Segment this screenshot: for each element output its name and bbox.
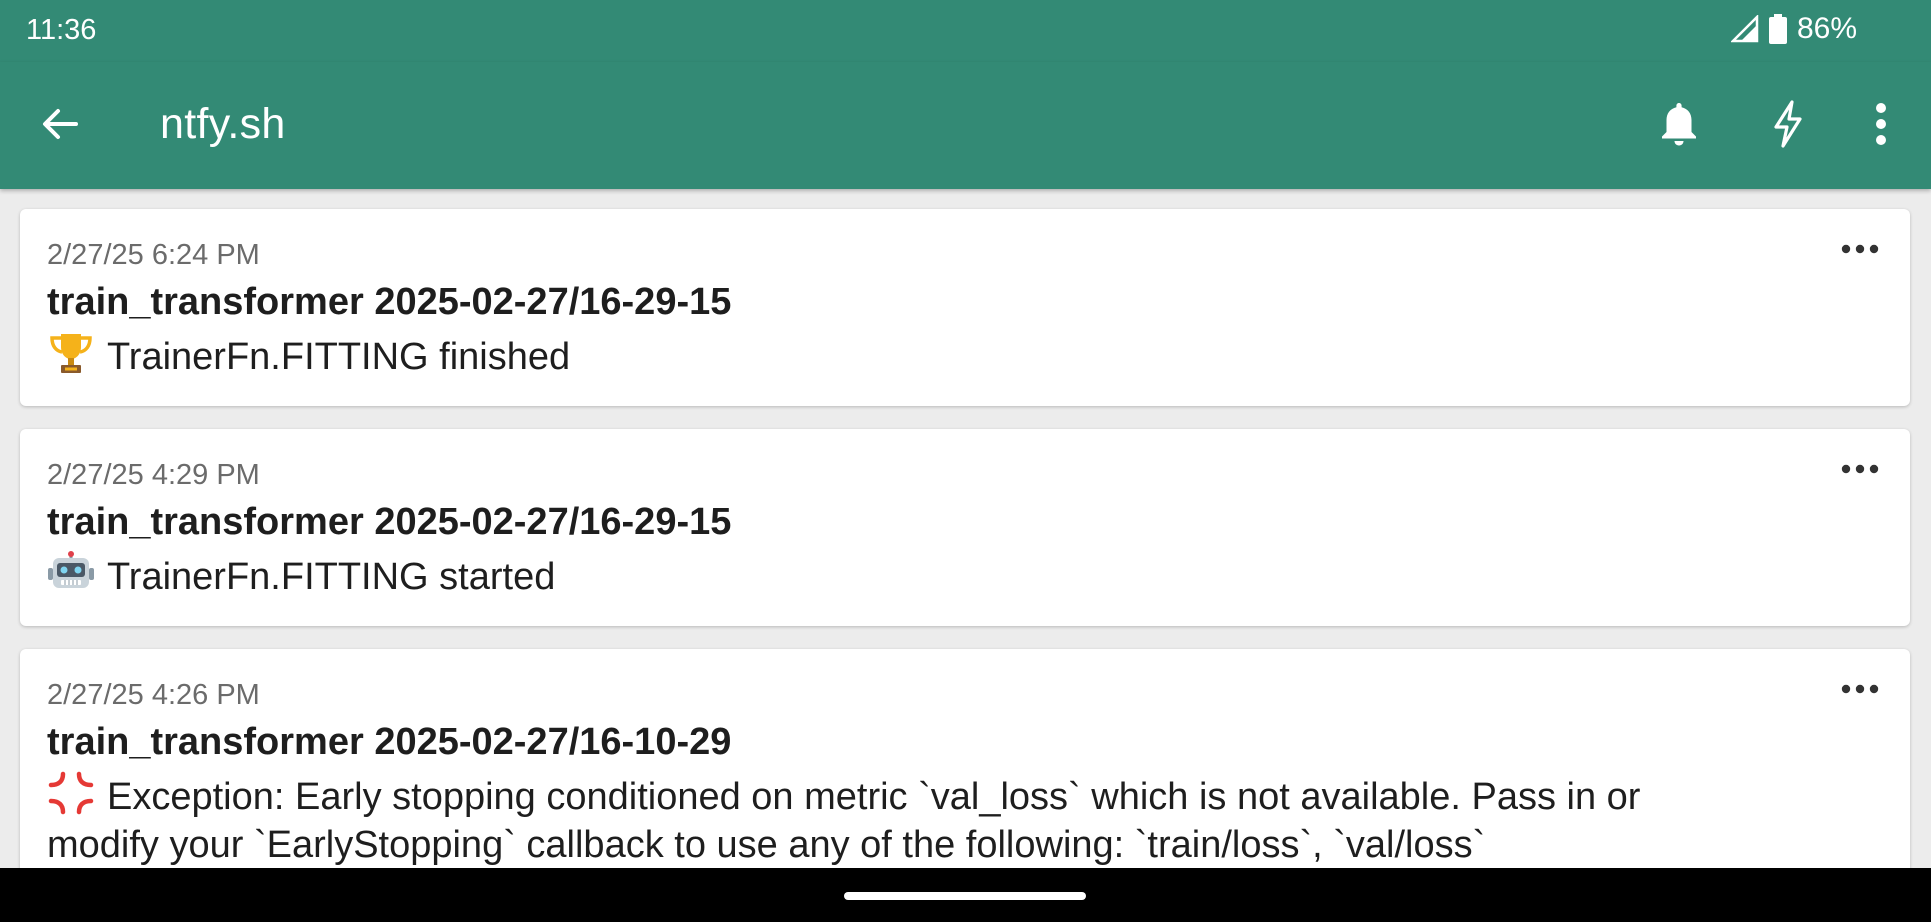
notification-message: Exception: Early stopping conditioned on… (47, 771, 1760, 868)
status-time: 11:36 (26, 14, 97, 46)
notification-time: 2/27/25 4:26 PM (47, 679, 260, 711)
back-button[interactable] (34, 100, 86, 152)
top-app-bar: ntfy.sh (0, 62, 1931, 189)
notifications-button[interactable] (1651, 98, 1707, 154)
more-options-button[interactable] (1836, 235, 1884, 265)
battery-icon (1768, 14, 1787, 44)
status-indicators: 86% (1730, 12, 1857, 46)
lightning-icon (1771, 99, 1805, 153)
notification-title: train_transformer 2025-02-27/16-29-15 (47, 501, 732, 543)
notification-message-text: Exception: Early stopping conditioned on… (47, 776, 1641, 866)
bell-icon (1659, 101, 1699, 152)
notification-time: 2/27/25 4:29 PM (47, 459, 260, 491)
app-screen: 11:36 86% ntfy.sh 2/27/25 6:24 PM train_… (0, 0, 1931, 922)
more-horiz-icon (1841, 241, 1879, 259)
robot-icon (47, 551, 95, 595)
battery-percent: 86% (1796, 12, 1857, 45)
notification-message-text: TrainerFn.FITTING started (107, 556, 556, 598)
notification-title: train_transformer 2025-02-27/16-10-29 (47, 721, 732, 763)
notification-message: TrainerFn.FITTING finished (47, 331, 1790, 381)
notification-title: train_transformer 2025-02-27/16-29-15 (47, 281, 732, 323)
anger-icon (47, 771, 95, 815)
notification-list[interactable]: 2/27/25 6:24 PM train_transformer 2025-0… (0, 189, 1931, 868)
more-options-button[interactable] (1836, 675, 1884, 705)
notification-card[interactable]: 2/27/25 6:24 PM train_transformer 2025-0… (20, 209, 1910, 406)
notification-time: 2/27/25 6:24 PM (47, 239, 260, 271)
more-options-button[interactable] (1836, 455, 1884, 485)
trophy-icon (47, 331, 95, 375)
signal-icon (1730, 15, 1759, 43)
instant-delivery-button[interactable] (1760, 98, 1816, 154)
more-vert-icon (1875, 102, 1887, 150)
notification-message-text: TrainerFn.FITTING finished (107, 336, 571, 378)
more-horiz-icon (1841, 681, 1879, 699)
overflow-menu-button[interactable] (1853, 98, 1909, 154)
more-horiz-icon (1841, 461, 1879, 479)
navigation-bar (0, 868, 1931, 922)
arrow-back-icon (40, 104, 80, 149)
notification-message: TrainerFn.FITTING started (47, 551, 1790, 601)
home-gesture-handle[interactable] (844, 892, 1086, 900)
page-title: ntfy.sh (160, 100, 286, 148)
status-bar: 11:36 86% (0, 0, 1931, 62)
notification-card[interactable]: 2/27/25 4:29 PM train_transformer 2025-0… (20, 429, 1910, 626)
notification-card[interactable]: 2/27/25 4:26 PM train_transformer 2025-0… (20, 649, 1910, 868)
